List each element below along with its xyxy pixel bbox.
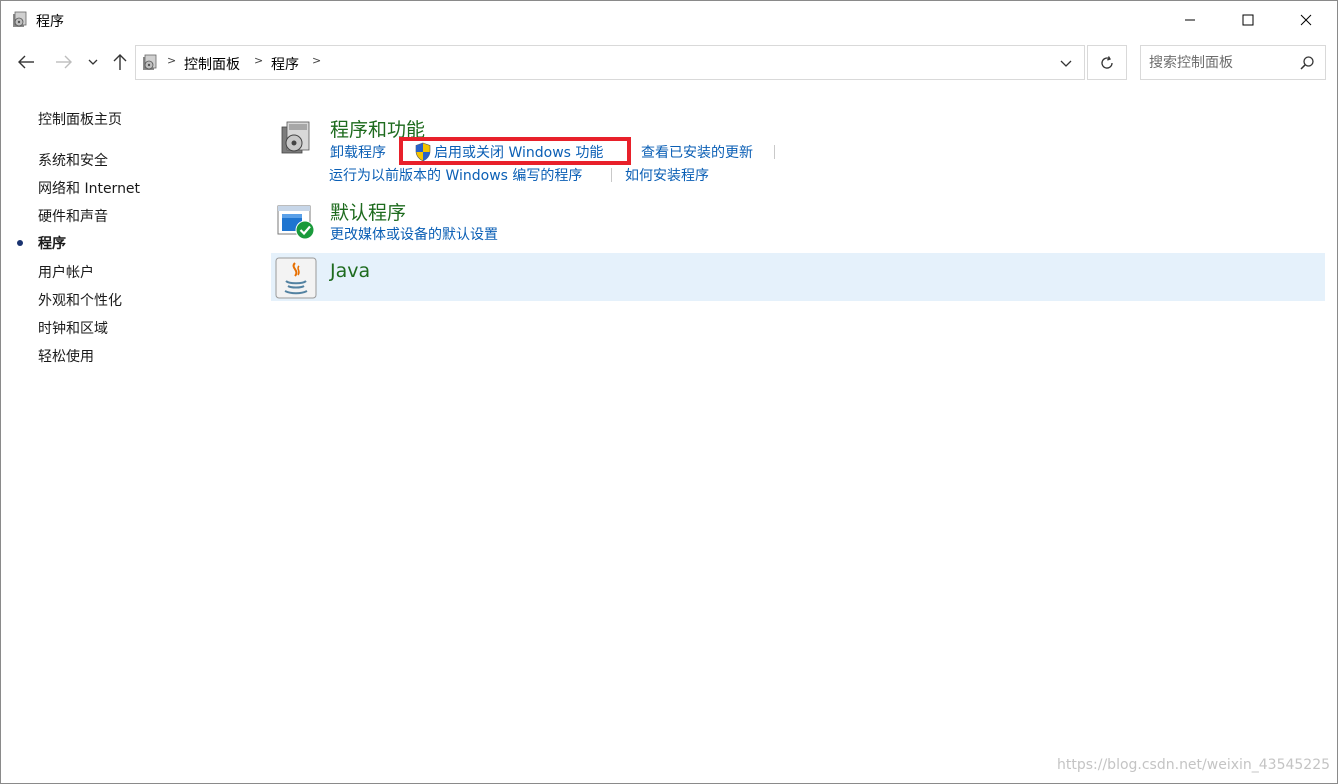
category-title-default-programs[interactable]: 默认程序: [330, 198, 406, 225]
minimize-icon: [1185, 19, 1195, 21]
java-icon: [275, 257, 317, 299]
arrow-up-icon: [113, 54, 127, 70]
watermark-text: https://blog.csdn.net/weixin_43545225: [1057, 757, 1331, 773]
address-dropdown-icon[interactable]: [1058, 55, 1074, 71]
minimize-button[interactable]: [1161, 1, 1219, 39]
arrow-left-icon: [18, 55, 34, 69]
programs-features-icon: [281, 121, 310, 154]
link-uninstall-program[interactable]: 卸载程序: [330, 142, 386, 162]
breadcrumb-control-panel[interactable]: 控制面板: [184, 54, 240, 74]
breadcrumb-programs[interactable]: 程序: [271, 54, 299, 74]
search-box[interactable]: [1140, 45, 1326, 80]
breadcrumb-separator-icon[interactable]: >: [312, 54, 321, 67]
sidebar-item-hardware-sound[interactable]: 硬件和声音: [38, 206, 108, 226]
link-how-to-install[interactable]: 如何安装程序: [625, 165, 709, 185]
forward-button[interactable]: [53, 51, 75, 73]
link-run-older-programs[interactable]: 运行为以前版本的 Windows 编写的程序: [329, 165, 582, 185]
maximize-icon: [1242, 14, 1254, 26]
title-bar: 程序: [1, 1, 1337, 39]
up-button[interactable]: [109, 51, 131, 73]
recent-locations-button[interactable]: [85, 51, 101, 73]
link-separator: [611, 168, 612, 182]
programs-app-icon: [13, 11, 27, 27]
navigation-bar: > 控制面板 > 程序 >: [1, 39, 1337, 85]
window-title: 程序: [36, 14, 64, 30]
annotation-highlight-box: [399, 137, 631, 165]
sidebar-item-appearance[interactable]: 外观和个性化: [38, 290, 122, 310]
sidebar-item-clock-region[interactable]: 时钟和区域: [38, 318, 108, 338]
address-bar[interactable]: > 控制面板 > 程序 >: [135, 45, 1085, 80]
maximize-button[interactable]: [1219, 1, 1277, 39]
close-icon: [1300, 14, 1312, 26]
breadcrumb-separator-icon[interactable]: >: [167, 54, 176, 67]
breadcrumb-separator-icon[interactable]: >: [254, 54, 263, 67]
sidebar-item-control-panel-home[interactable]: 控制面板主页: [38, 109, 122, 129]
active-bullet-icon: [17, 240, 23, 246]
default-programs-icon: [277, 205, 315, 240]
category-title-java[interactable]: Java: [330, 260, 370, 282]
sidebar-item-ease-of-access[interactable]: 轻松使用: [38, 346, 94, 366]
search-input[interactable]: [1149, 53, 1299, 73]
arrow-right-icon: [56, 55, 72, 69]
link-change-media-defaults[interactable]: 更改媒体或设备的默认设置: [330, 224, 498, 244]
sidebar-item-network-internet[interactable]: 网络和 Internet: [38, 178, 140, 198]
chevron-down-icon: [88, 59, 98, 65]
sidebar-item-programs[interactable]: 程序: [38, 233, 66, 253]
back-button[interactable]: [15, 51, 37, 73]
refresh-icon: [1101, 55, 1113, 69]
search-icon[interactable]: [1299, 55, 1315, 71]
sidebar-item-system-security[interactable]: 系统和安全: [38, 150, 108, 170]
category-row-java[interactable]: [271, 253, 1325, 301]
close-button[interactable]: [1277, 1, 1335, 39]
control-panel-window: 程序 > 控制面板 > 程序 > 搜索控制面板 控制面板主页 系统和安全 网络和…: [0, 0, 1338, 784]
programs-location-icon: [143, 54, 157, 70]
sidebar-item-user-accounts[interactable]: 用户帐户: [38, 262, 94, 282]
refresh-button[interactable]: [1087, 45, 1127, 80]
link-view-installed-updates[interactable]: 查看已安装的更新: [641, 142, 753, 162]
link-separator: [774, 145, 775, 159]
